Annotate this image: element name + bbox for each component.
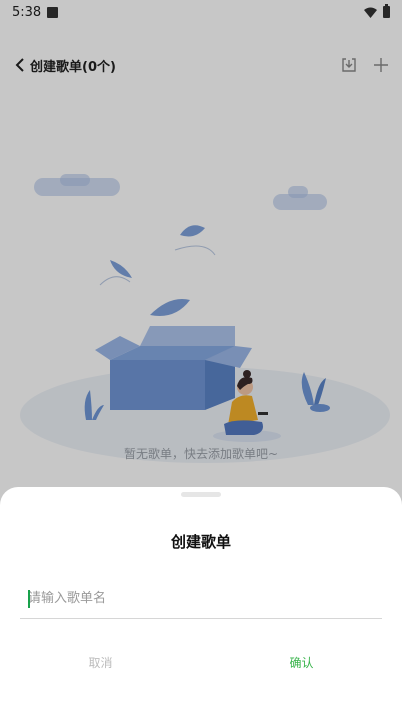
- dialog-actions: 取消 确认: [0, 649, 402, 677]
- playlist-name-input[interactable]: [20, 581, 382, 616]
- cancel-button[interactable]: 取消: [0, 649, 201, 677]
- dialog-title: 创建歌单: [170, 533, 231, 551]
- playlist-name-row: [20, 579, 382, 619]
- confirm-button[interactable]: 确认: [201, 649, 402, 677]
- create-playlist-sheet: 创建歌单 取消 确认: [0, 487, 402, 716]
- sheet-handle[interactable]: [181, 492, 221, 497]
- text-caret: [28, 590, 30, 608]
